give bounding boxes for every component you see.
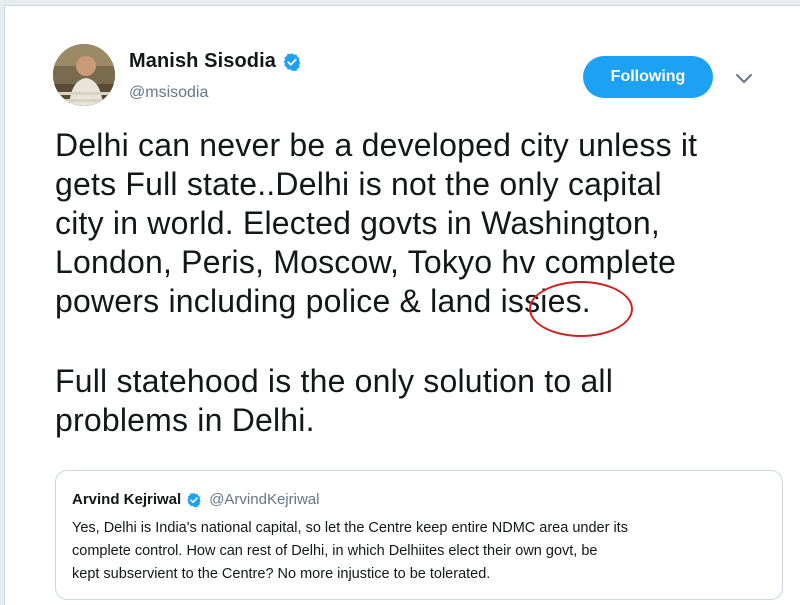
tweet-line: Full statehood is the only solution to a… [55,363,614,399]
quoted-tweet-line: complete control. How can rest of Delhi,… [72,543,598,559]
verified-badge-icon [186,492,202,508]
tweet-line: city in world. Elected govts in Washingt… [55,205,661,241]
tweet-line: powers including police & land issies. [55,283,591,319]
quoted-tweet-line: Yes, Delhi is India's national capital, … [72,520,628,536]
chevron-down-icon[interactable] [735,72,753,84]
author-name-row: Manish Sisodia [129,50,302,73]
author-avatar[interactable] [53,44,115,106]
quoted-author-name: Arvind Kejriwal [72,491,182,508]
quoted-tweet-text: Yes, Delhi is India's national capital, … [72,517,772,586]
tweet-line: problems in Delhi. [55,402,315,438]
tweet-line: gets Full state..Delhi is not the only c… [55,166,662,202]
quoted-tweet-line: kept subservient to the Centre? No more … [72,566,491,582]
avatar-image [53,44,115,106]
author-name[interactable]: Manish Sisodia [129,50,276,73]
tweet-card: Manish Sisodia @msisodia Following Delhi… [4,5,800,605]
following-button[interactable]: Following [583,56,713,98]
quoted-tweet[interactable]: Arvind Kejriwal @ArvindKejriwal Yes, Del… [55,470,783,600]
verified-badge-icon [282,52,302,72]
author-handle[interactable]: @msisodia [129,84,208,102]
quoted-author-handle: @ArvindKejriwal [209,491,320,508]
tweet-line: Delhi can never be a developed city unle… [55,127,698,163]
tweet-text: Delhi can never be a developed city unle… [55,126,775,440]
quoted-tweet-header: Arvind Kejriwal @ArvindKejriwal [72,491,319,508]
tweet-line: London, Peris, Moscow, Tokyo hv complete [55,244,677,280]
